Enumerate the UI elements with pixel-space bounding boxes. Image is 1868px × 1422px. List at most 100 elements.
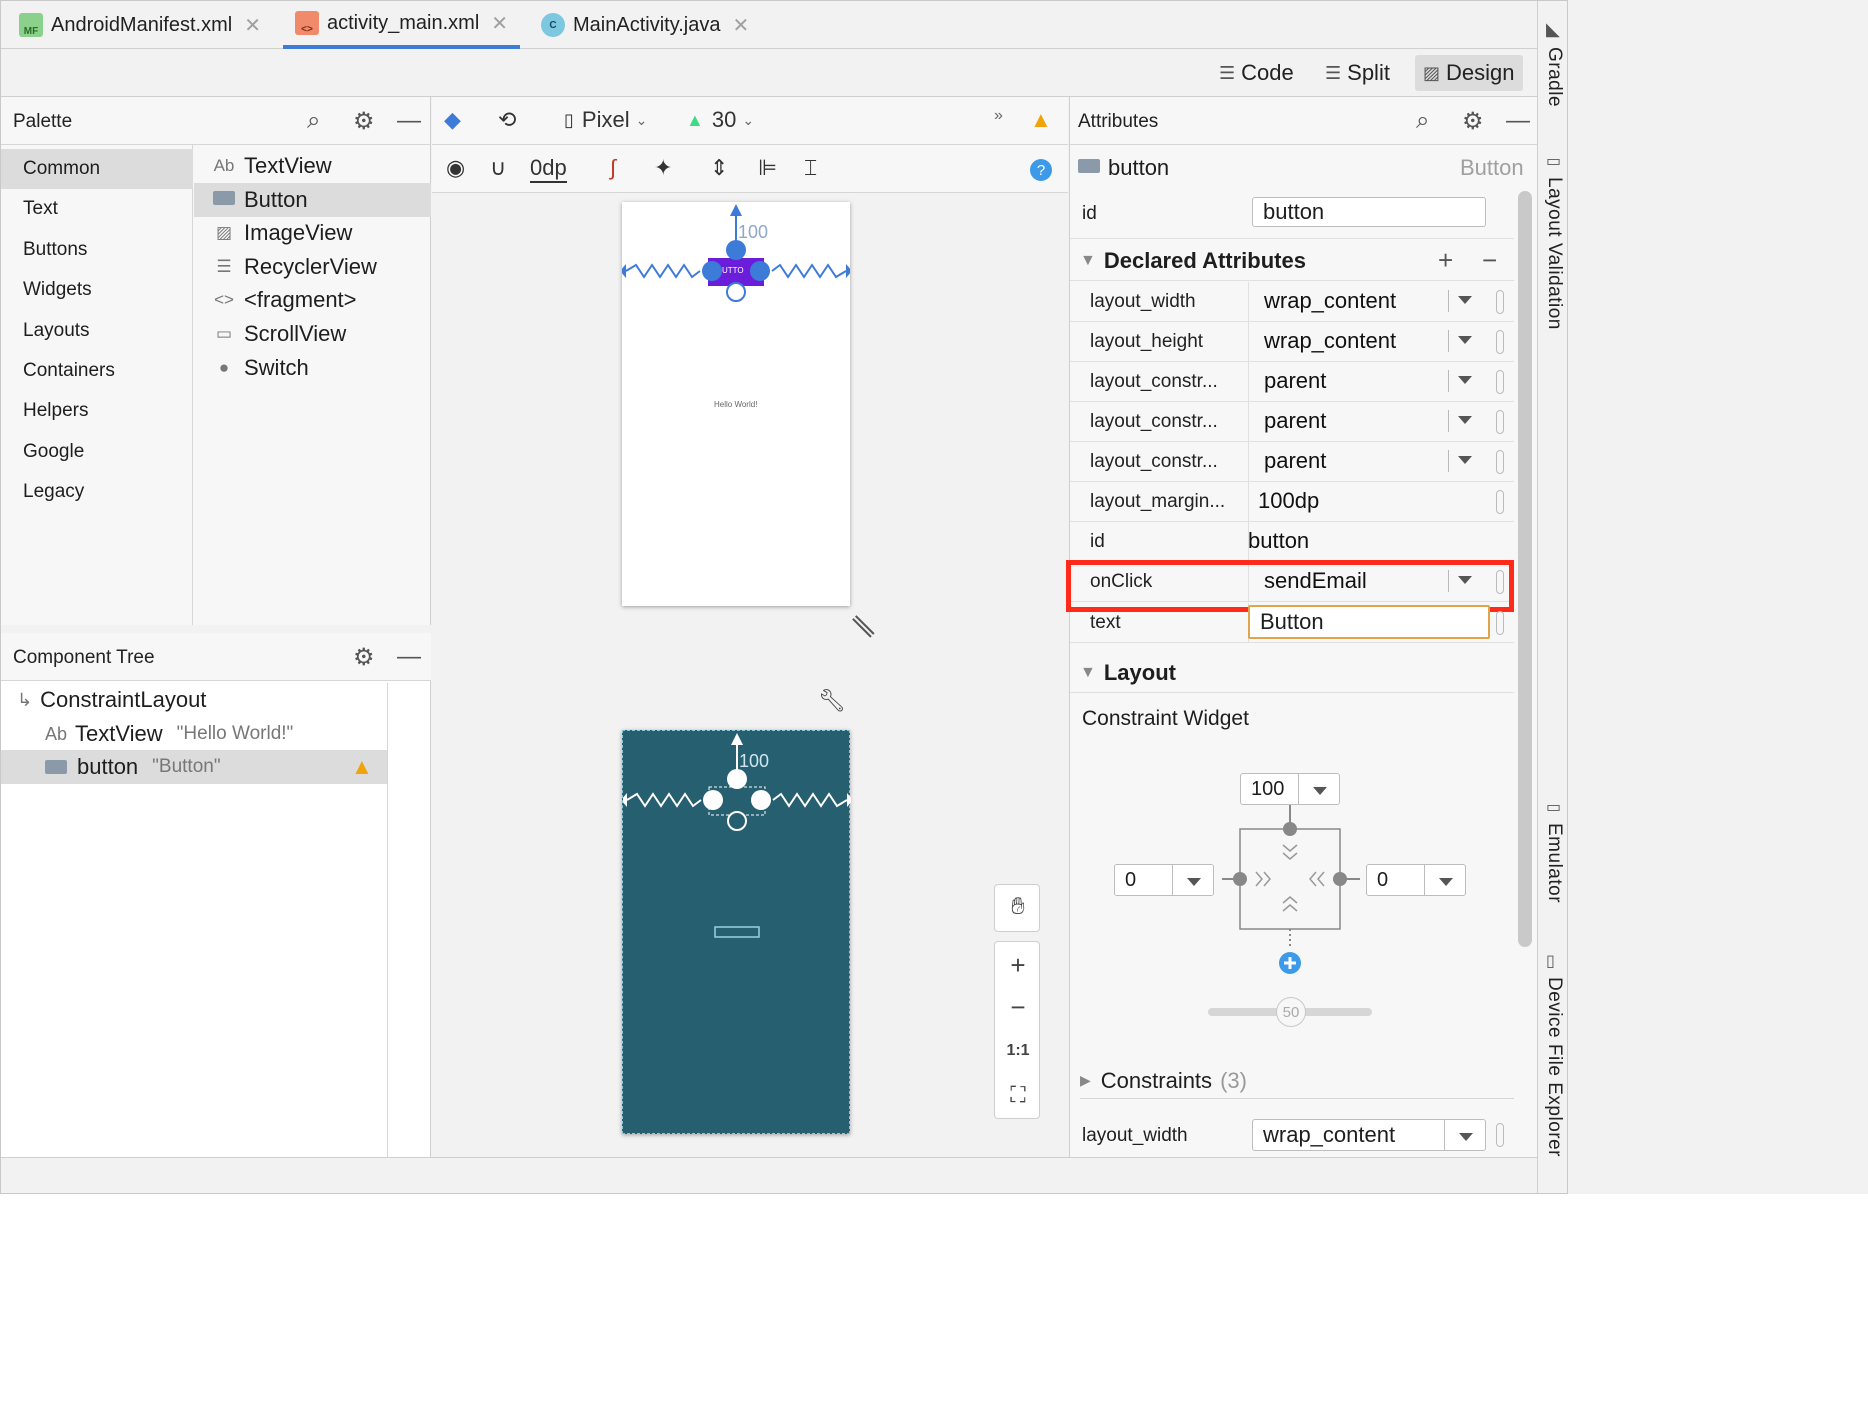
category-google[interactable]: Google <box>1 432 193 472</box>
minimize-icon[interactable]: — <box>397 643 421 671</box>
emulator-tool-button[interactable]: Emulator <box>1543 823 1565 903</box>
category-text[interactable]: Text <box>1 189 193 229</box>
pack-icon[interactable]: ⇕ <box>710 155 728 181</box>
warning-icon[interactable]: ▲ <box>1030 107 1052 133</box>
minimize-icon[interactable]: — <box>397 107 421 135</box>
clear-constraints-icon[interactable]: ∫ <box>610 155 616 181</box>
attr-row-layout-width[interactable]: layout_width wrap_content <box>1070 282 1514 322</box>
close-icon[interactable]: ✕ <box>491 11 508 36</box>
device-selector[interactable]: ▯ Pixel ⌄ <box>564 107 647 133</box>
tree-row-constraintlayout[interactable]: ↳ ConstraintLayout <box>1 683 387 717</box>
attr-value[interactable]: button <box>1248 528 1309 554</box>
resource-picker-icon[interactable] <box>1496 330 1504 354</box>
zoom-in-icon[interactable]: + <box>995 950 1041 981</box>
tab-android-manifest[interactable]: MF AndroidManifest.xml ✕ <box>19 1 261 49</box>
overflow-icon[interactable]: » <box>994 107 1003 125</box>
attr-row-layout-constraint-3[interactable]: layout_constr... parent <box>1070 442 1514 482</box>
blueprint-surface[interactable]: 100 <box>622 730 851 1134</box>
layout-section[interactable]: ▼ Layout <box>1070 653 1514 693</box>
minimize-icon[interactable]: — <box>1506 107 1530 135</box>
attr-row-layout-margin[interactable]: layout_margin... 100dp <box>1070 482 1514 522</box>
dropdown-arrow-icon[interactable] <box>1458 296 1472 304</box>
layout-validation-tool-button[interactable]: Layout Validation <box>1543 177 1565 330</box>
resource-picker-icon[interactable] <box>1496 370 1504 394</box>
code-mode-button[interactable]: ☰ Code <box>1211 55 1302 91</box>
attr-value[interactable]: wrap_content <box>1264 328 1396 354</box>
zoom-fit-icon[interactable]: ⛶ <box>995 1082 1041 1108</box>
gradle-tool-button[interactable]: Gradle <box>1543 47 1565 107</box>
gear-icon[interactable]: ⚙ <box>353 643 375 672</box>
search-icon[interactable]: ⌕ <box>307 107 320 135</box>
widget-scrollview[interactable]: ▭ ScrollView <box>194 317 431 351</box>
category-legacy[interactable]: Legacy <box>1 472 193 512</box>
align-icon[interactable]: ⊫ <box>758 155 777 181</box>
pan-tool[interactable]: ✋︎ <box>994 884 1040 932</box>
gear-icon[interactable]: ⚙ <box>353 107 375 136</box>
top-margin-selector[interactable]: 100 <box>1240 773 1340 805</box>
widget-switch[interactable]: ● Switch <box>194 351 431 385</box>
id-input[interactable]: button <box>1252 197 1486 227</box>
resource-picker-icon[interactable] <box>1496 490 1504 514</box>
zoom-out-icon[interactable]: − <box>995 992 1041 1023</box>
tab-activity-main[interactable]: <> activity_main.xml ✕ <box>283 1 521 49</box>
device-file-explorer-tool-button[interactable]: Device File Explorer <box>1543 977 1565 1157</box>
attr-row-layout-height[interactable]: layout_height wrap_content <box>1070 322 1514 362</box>
dropdown-arrow-icon[interactable] <box>1458 416 1472 424</box>
remove-icon[interactable]: − <box>1482 245 1497 276</box>
close-icon[interactable]: ✕ <box>732 13 749 38</box>
guidelines-icon[interactable]: ⌶ <box>804 155 817 181</box>
category-widgets[interactable]: Widgets <box>1 270 193 310</box>
close-icon[interactable]: ✕ <box>244 13 261 38</box>
attr-row-layout-constraint-1[interactable]: layout_constr... parent <box>1070 362 1514 402</box>
attr-value[interactable]: wrap_content <box>1264 288 1396 314</box>
warning-icon[interactable]: ▲ <box>351 754 373 780</box>
bias-slider-thumb[interactable]: 50 <box>1276 997 1306 1027</box>
dropdown-arrow-icon[interactable] <box>1458 336 1472 344</box>
category-common[interactable]: Common <box>1 149 193 189</box>
layers-icon[interactable]: ◆ <box>444 107 461 133</box>
dropdown-arrow-icon[interactable] <box>1458 376 1472 384</box>
infer-constraints-icon[interactable]: ✦ <box>654 155 672 181</box>
widget-recyclerview[interactable]: ☰ RecyclerView <box>194 250 431 284</box>
search-icon[interactable]: ⌕ <box>1416 107 1429 135</box>
left-margin-selector[interactable]: 0 <box>1114 864 1214 896</box>
zoom-actual-size-button[interactable]: 1:1 <box>995 1042 1041 1060</box>
attr-row-text[interactable]: text Button <box>1070 603 1514 643</box>
category-buttons[interactable]: Buttons <box>1 230 193 270</box>
gear-icon[interactable]: ⚙ <box>1462 107 1484 136</box>
attr-row-id[interactable]: id button <box>1070 522 1514 562</box>
wrench-icon[interactable]: 🔧︎ <box>818 688 846 714</box>
default-margin-selector[interactable]: 0dp <box>530 155 567 183</box>
widget-imageview[interactable]: ▨ ImageView <box>194 216 431 250</box>
attributes-scrollbar[interactable] <box>1518 191 1532 947</box>
attr-value[interactable]: parent <box>1264 368 1326 394</box>
attr-value[interactable]: 100dp <box>1258 488 1319 514</box>
constraints-section[interactable]: ▶ Constraints (3) <box>1080 1063 1514 1099</box>
resource-picker-icon[interactable] <box>1496 1123 1504 1147</box>
eye-icon[interactable]: ◉ <box>446 155 465 181</box>
hand-icon[interactable]: ✋︎ <box>995 893 1041 921</box>
attr-value[interactable]: parent <box>1264 408 1326 434</box>
layout-width-row[interactable]: layout_width wrap_content <box>1070 1115 1514 1155</box>
magnet-icon[interactable]: ∪ <box>490 155 506 181</box>
add-icon[interactable]: + <box>1438 245 1453 276</box>
tree-row-textview[interactable]: Ab TextView "Hello World!" <box>1 717 387 751</box>
tab-main-activity[interactable]: C MainActivity.java ✕ <box>541 1 749 49</box>
widget-textview[interactable]: Ab TextView <box>194 149 431 183</box>
widget-fragment[interactable]: <> <fragment> <box>194 283 431 317</box>
resource-picker-icon[interactable] <box>1496 290 1504 314</box>
layout-width-selector[interactable]: wrap_content <box>1252 1119 1486 1151</box>
resource-picker-icon[interactable] <box>1496 611 1504 635</box>
widget-button[interactable]: Button <box>194 183 431 217</box>
text-value-input[interactable]: Button <box>1248 605 1490 639</box>
orientation-icon[interactable]: ⟲ <box>498 107 516 133</box>
declared-attributes-section[interactable]: ▼ Declared Attributes + − <box>1070 241 1514 281</box>
attr-value[interactable]: parent <box>1264 448 1326 474</box>
design-mode-button[interactable]: ▨ Design <box>1415 55 1523 91</box>
help-icon[interactable]: ? <box>1030 159 1052 181</box>
resource-picker-icon[interactable] <box>1496 450 1504 474</box>
resize-handle-icon[interactable]: ∥ <box>847 610 878 641</box>
attr-row-layout-constraint-2[interactable]: layout_constr... parent <box>1070 402 1514 442</box>
right-margin-selector[interactable]: 0 <box>1366 864 1466 896</box>
design-surface[interactable]: 100 UTTO Hello World! <box>622 202 850 606</box>
